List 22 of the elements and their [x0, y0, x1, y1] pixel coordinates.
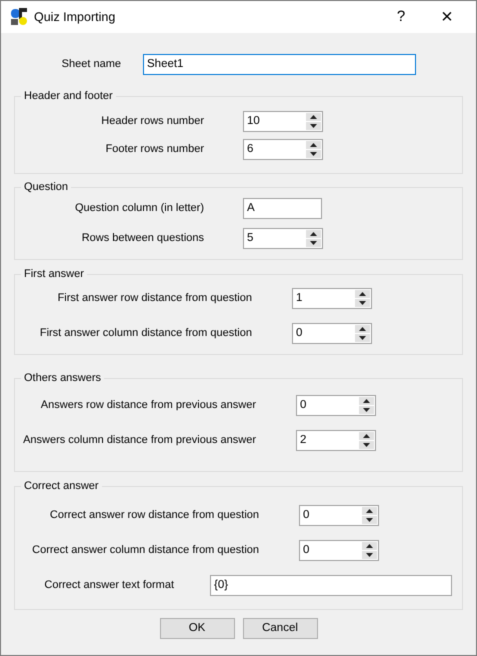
text-field[interactable]: A: [243, 198, 322, 218]
field-label: Correct answer row distance from question: [48, 508, 259, 523]
field-label: Header rows number: [100, 114, 204, 129]
help-button[interactable]: ?: [378, 1, 424, 33]
text-field[interactable]: {0}: [210, 574, 452, 596]
field-label: Question column (in letter): [74, 200, 204, 216]
app-icon: [10, 8, 28, 26]
field-label: First answer row distance from question: [56, 290, 252, 306]
group-title: Question: [21, 180, 72, 194]
field-label: Footer rows number: [104, 142, 204, 157]
field-label: Rows between questions: [80, 230, 204, 246]
close-button[interactable]: ×: [424, 1, 470, 33]
field-label: First answer column distance from question: [38, 326, 252, 341]
field-label: Correct answer text format: [43, 578, 174, 593]
field-label: Correct answer column distance from question: [31, 542, 259, 558]
field-label: Sheet name: [60, 56, 121, 72]
cancel-button[interactable]: Cancel: [242, 618, 318, 639]
window-title: Quiz Importing: [34, 8, 116, 26]
field-label: Answers column distance from previous answer: [22, 432, 256, 448]
text-field[interactable]: Sheet1: [143, 54, 416, 74]
ok-button[interactable]: OK: [160, 618, 234, 639]
field-label: Answers row distance from previous answer: [40, 398, 256, 413]
